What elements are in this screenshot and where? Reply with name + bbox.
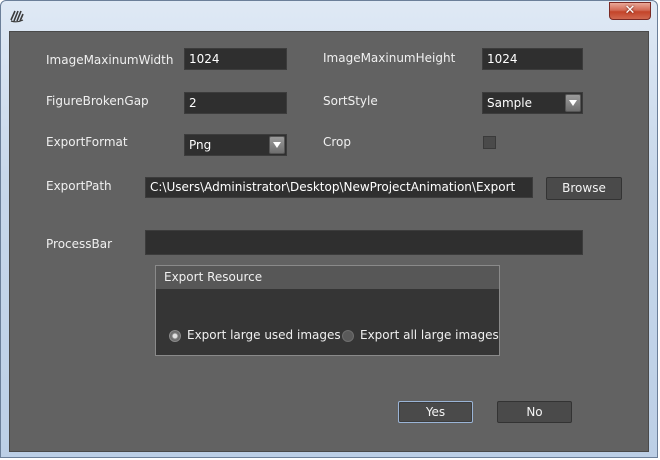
crop-checkbox[interactable]	[483, 136, 496, 149]
yes-button[interactable]: Yes	[398, 401, 473, 423]
export-path-label: ExportPath	[46, 179, 112, 193]
sort-style-value: Sample	[487, 96, 532, 110]
close-button[interactable]: ✕	[609, 2, 651, 20]
close-icon: ✕	[624, 3, 636, 18]
process-progress-bar	[145, 230, 583, 255]
figure-broken-gap-input[interactable]: 2	[184, 92, 287, 114]
image-max-height-label: ImageMaxinumHeight	[323, 51, 456, 65]
figure-broken-gap-label: FigureBrokenGap	[46, 94, 149, 108]
image-max-height-input[interactable]: 1024	[482, 48, 583, 70]
no-button[interactable]: No	[497, 401, 572, 423]
export-all-large-label[interactable]: Export all large images	[360, 328, 499, 342]
export-resource-group: Export Resource Export large used images…	[155, 265, 500, 356]
dialog-window: ✕ ImageMaxinumWidth 1024 ImageMaxinumHei…	[0, 0, 658, 458]
export-path-input[interactable]: C:\Users\Administrator\Desktop\NewProjec…	[145, 177, 533, 198]
export-large-used-radio[interactable]	[169, 330, 181, 342]
title-bar[interactable]: ✕	[1, 1, 657, 31]
chevron-down-icon[interactable]	[565, 94, 581, 112]
browse-button[interactable]: Browse	[546, 177, 622, 200]
export-large-used-label[interactable]: Export large used images	[187, 328, 341, 342]
crop-label: Crop	[323, 135, 352, 149]
app-logo-icon	[9, 8, 25, 24]
export-format-select[interactable]: Png	[184, 134, 287, 156]
image-max-width-label: ImageMaxinumWidth	[46, 53, 174, 67]
export-format-label: ExportFormat	[46, 135, 128, 149]
export-all-large-radio[interactable]	[342, 330, 354, 342]
sort-style-select[interactable]: Sample	[482, 92, 583, 114]
sort-style-label: SortStyle	[323, 94, 378, 108]
image-max-width-input[interactable]: 1024	[184, 48, 287, 70]
process-bar-label: ProcessBar	[46, 237, 113, 251]
dialog-content: ImageMaxinumWidth 1024 ImageMaxinumHeigh…	[9, 31, 649, 452]
export-resource-title: Export Resource	[156, 266, 499, 289]
chevron-down-icon[interactable]	[269, 136, 285, 154]
export-format-value: Png	[189, 138, 212, 152]
